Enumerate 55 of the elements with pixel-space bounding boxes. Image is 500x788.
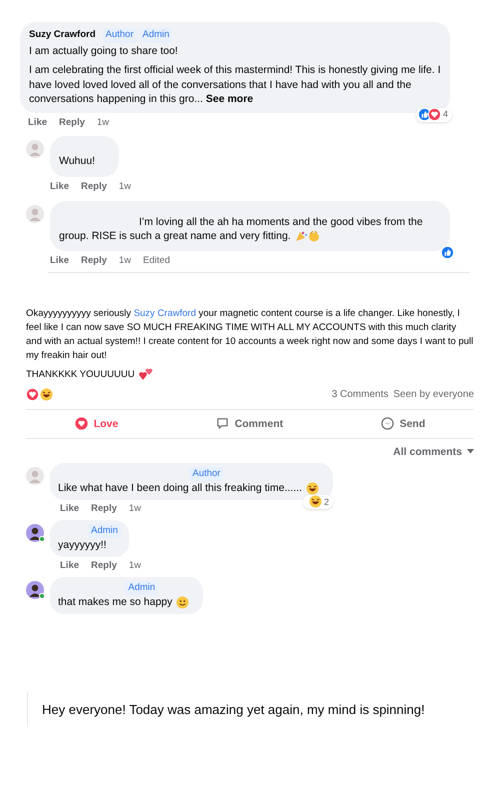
see-more-link[interactable]: See more xyxy=(206,92,254,106)
role-badge: Author xyxy=(189,466,224,481)
like-link[interactable]: Like xyxy=(28,116,48,130)
reply-text: Wuhuu! xyxy=(59,154,95,168)
laughing-emoji-icon xyxy=(40,388,53,401)
timestamp: 1w xyxy=(128,502,142,516)
like-link[interactable]: Like xyxy=(60,558,80,573)
like-link[interactable]: Like xyxy=(50,180,70,194)
post-closing-text: THANKKKK YOUUUUUU xyxy=(26,368,474,382)
like-link[interactable]: Like xyxy=(60,502,80,516)
comment-sort-dropdown[interactable]: All comments xyxy=(393,444,474,459)
like-link[interactable]: Like xyxy=(50,254,70,268)
mention-link[interactable]: Suzy Crawford xyxy=(134,308,196,319)
comment-count-link[interactable]: 3 Comments xyxy=(332,388,388,402)
comment-text: that makes me so happy xyxy=(58,594,196,609)
reply-text: I’m loving all the ah ha moments and the good vibes from the group. RISE is such a great name and very fitting. xyxy=(59,214,424,244)
like-reaction-icon xyxy=(441,246,454,258)
comment-text: I am actually going to share too! xyxy=(29,44,179,58)
love-button[interactable]: Love xyxy=(74,416,118,431)
seen-by-label: Seen by everyone xyxy=(393,388,474,402)
smiley-emoji-icon xyxy=(176,596,190,609)
comment-button[interactable]: Comment xyxy=(216,416,284,431)
comment-text: Like what have I been doing all this freaking time...... xyxy=(58,480,325,495)
timestamp: 1w xyxy=(128,558,142,573)
caret-icon xyxy=(467,449,474,454)
laughing-emoji-icon xyxy=(308,495,322,508)
reaction-count: 2 xyxy=(322,496,330,509)
reaction-count: 4 xyxy=(442,108,449,121)
timestamp: 1w xyxy=(96,116,110,130)
avatar-icon xyxy=(26,140,44,158)
laughing-emoji-icon xyxy=(306,482,319,495)
comment-text: I am celebrating the first official week of this mastermind! This is honestly giving me life. I have loved loved loved all of the conversations that I have had with you all and the conversations happening in this gro... See more xyxy=(29,63,441,106)
edited-label: Edited xyxy=(143,254,170,268)
author-name[interactable]: Suzy Crawford xyxy=(29,28,96,42)
post-text: Okayyyyyyyyyy seriously Suzy Crawford your magnetic content course is a life changer. Like honestly, I feel like I can now save SO MUCH FREAKING TIME WITH ALL MY ACCOUNTS with this much clarity and with an actual system!! I create content for 10 accounts a week right now and some days I want to pull my freakin hair out! xyxy=(26,306,474,363)
love-reaction-icon xyxy=(26,388,39,402)
comment-text: yayyyyyy!! xyxy=(58,538,108,552)
timestamp: 1w xyxy=(118,254,132,268)
role-badge: Admin xyxy=(125,580,158,595)
hearts-icon xyxy=(138,368,153,381)
speech-bubble-icon xyxy=(216,417,229,430)
reply-link[interactable]: Reply xyxy=(81,180,107,194)
role-badge: Author xyxy=(102,28,137,42)
role-badge: Admin xyxy=(140,28,172,42)
messenger-icon xyxy=(380,417,394,430)
reply-link[interactable]: Reply xyxy=(59,116,85,130)
send-button[interactable]: Send xyxy=(380,416,426,431)
timestamp: 1w xyxy=(118,180,132,194)
avatar-icon xyxy=(26,204,44,222)
reply-link[interactable]: Reply xyxy=(81,254,107,268)
party-clap-icon xyxy=(294,230,321,242)
reply-link[interactable]: Reply xyxy=(91,558,117,573)
reply-link[interactable]: Reply xyxy=(91,502,117,516)
quote-text: Hey everyone! Today was amazing yet again, my mind is spinning! xyxy=(42,700,426,719)
role-badge: Admin xyxy=(88,524,121,538)
